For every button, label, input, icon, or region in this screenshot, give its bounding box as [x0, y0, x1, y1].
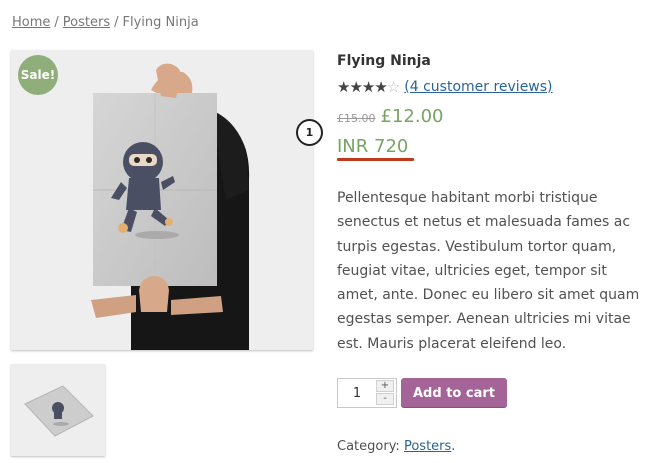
breadcrumb: Home / Posters / Flying Ninja: [12, 15, 199, 30]
breadcrumb-home-link[interactable]: Home: [12, 15, 50, 30]
breadcrumb-separator: /: [54, 15, 59, 30]
star-rating: ★ ★ ★ ★ ☆: [337, 77, 400, 96]
category-label: Category:: [337, 439, 400, 454]
quantity-increment-button[interactable]: +: [376, 380, 394, 392]
product-thumbnail[interactable]: [11, 364, 105, 456]
star-filled-icon: ★: [361, 77, 375, 96]
star-filled-icon: ★: [337, 77, 350, 96]
star-filled-icon: ★: [349, 77, 362, 96]
category-suffix: .: [451, 439, 456, 454]
product-description: Pellentesque habitant morbi tristique se…: [337, 190, 640, 352]
add-to-cart-form: 1 + - Add to cart: [337, 378, 507, 408]
ninja-poster-thumbnail: [11, 364, 105, 456]
price-highlight-underline: [337, 158, 414, 161]
breadcrumb-category-link[interactable]: Posters: [63, 15, 110, 30]
quantity-decrement-button[interactable]: -: [376, 393, 394, 405]
converted-price: INR 720: [337, 136, 409, 157]
category-link[interactable]: Posters: [404, 439, 451, 454]
regular-price: £15.00: [337, 112, 376, 125]
customer-reviews-link[interactable]: (4 customer reviews): [404, 79, 552, 95]
product-main-image[interactable]: [11, 50, 313, 350]
ninja-poster-image: [11, 50, 313, 350]
add-to-cart-button[interactable]: Add to cart: [401, 378, 507, 408]
sale-price: £12.00: [380, 106, 444, 127]
annotation-marker: 1: [296, 119, 323, 146]
quantity-stepper[interactable]: 1 + -: [337, 378, 397, 408]
sale-badge: Sale!: [18, 55, 58, 95]
quantity-input[interactable]: 1: [338, 379, 376, 407]
breadcrumb-separator: /: [114, 15, 119, 30]
product-category: Category: Posters.: [337, 439, 455, 454]
product-title: Flying Ninja: [337, 53, 431, 69]
product-rating: ★ ★ ★ ★ ☆ (4 customer reviews): [337, 79, 553, 95]
star-filled-icon: ★: [374, 77, 387, 96]
breadcrumb-current: Flying Ninja: [122, 15, 199, 30]
star-empty-icon: ☆: [386, 77, 400, 96]
product-price: £15.00 £12.00: [337, 106, 443, 127]
